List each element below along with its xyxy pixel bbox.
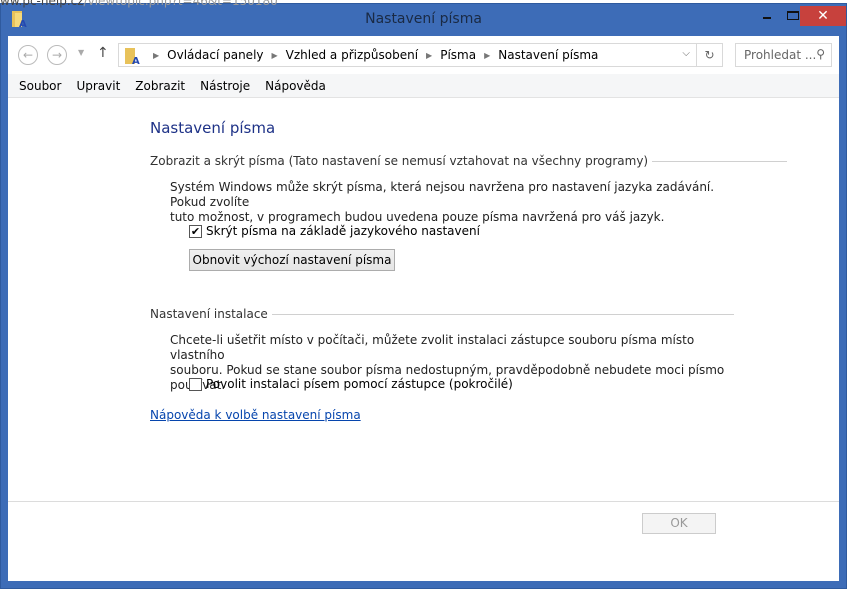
group-install: Nastavení instalace bbox=[150, 307, 734, 321]
chevron-right-icon: ▶ bbox=[271, 50, 278, 60]
search-placeholder: Prohledat ... bbox=[744, 48, 817, 62]
page-title: Nastavení písma bbox=[150, 119, 276, 137]
minimize-button[interactable] bbox=[754, 6, 780, 26]
title-bar[interactable]: A Nastavení písma ✕ bbox=[1, 4, 846, 36]
hide-fonts-checkbox[interactable]: ✔ Skrýt písma na základě jazykového nasta… bbox=[189, 224, 480, 238]
forward-button[interactable]: → bbox=[47, 45, 67, 65]
description-line: Systém Windows může skrýt písma, která n… bbox=[170, 180, 715, 209]
breadcrumb-item[interactable]: Ovládací panely bbox=[167, 48, 263, 62]
checkbox-label: Skrýt písma na základě jazykového nastav… bbox=[206, 224, 480, 238]
checkbox-checked-icon[interactable]: ✔ bbox=[189, 224, 202, 238]
address-bar[interactable]: A ▶ Ovládací panely ▶ Vzhled a přizpůsob… bbox=[118, 43, 723, 67]
fonts-folder-icon: A bbox=[125, 48, 140, 65]
ok-button[interactable]: OK bbox=[642, 513, 716, 534]
description-line: tuto možnost, v programech budou uvedena… bbox=[170, 210, 665, 224]
close-button[interactable]: ✕ bbox=[800, 6, 846, 26]
window: A Nastavení písma ✕ ← → ▼ ↑ A ▶ Ovládací… bbox=[0, 3, 847, 589]
navigation-bar: ← → ▼ ↑ A ▶ Ovládací panely ▶ Vzhled a p… bbox=[8, 36, 839, 74]
restore-default-button[interactable]: Obnovit výchozí nastavení písma bbox=[189, 249, 395, 271]
checkbox-label: Povolit instalaci písem pomocí zástupce … bbox=[206, 377, 513, 391]
breadcrumb-item[interactable]: Písma bbox=[440, 48, 476, 62]
content: Nastavení písma Zobrazit a skrýt písma (… bbox=[8, 98, 839, 581]
watermark-url: ww.pc-help.cz/viewtopic.php?t=46&t=15018… bbox=[0, 0, 278, 8]
chevron-right-icon: ▶ bbox=[426, 50, 433, 60]
menu-zobrazit[interactable]: Zobrazit bbox=[135, 79, 185, 93]
description: Systém Windows může skrýt písma, která n… bbox=[170, 180, 730, 225]
divider bbox=[8, 501, 839, 502]
group-label: Nastavení instalace bbox=[150, 307, 268, 321]
menu-soubor[interactable]: Soubor bbox=[19, 79, 61, 93]
menu-bar: Soubor Upravit Zobrazit Nástroje Nápověd… bbox=[8, 74, 839, 98]
menu-napoveda[interactable]: Nápověda bbox=[265, 79, 326, 93]
chevron-right-icon: ▶ bbox=[484, 50, 491, 60]
checkbox-unchecked-icon[interactable] bbox=[189, 377, 202, 391]
chevron-right-icon: ▶ bbox=[153, 50, 160, 60]
search-icon: ⚲ bbox=[816, 47, 825, 61]
window-client: ← → ▼ ↑ A ▶ Ovládací panely ▶ Vzhled a p… bbox=[8, 36, 839, 581]
watermark-path: /viewtopic.php?t=46&t=150180 bbox=[83, 0, 278, 8]
menu-upravit[interactable]: Upravit bbox=[76, 79, 120, 93]
description-line: Chcete-li ušetřit místo v počítači, může… bbox=[170, 333, 695, 362]
svg-text:A: A bbox=[132, 56, 140, 65]
breadcrumb-item[interactable]: Vzhled a přizpůsobení bbox=[286, 48, 418, 62]
help-link[interactable]: Nápověda k volbě nastavení písma bbox=[150, 408, 361, 422]
window-title: Nastavení písma bbox=[365, 11, 482, 27]
divider bbox=[271, 313, 734, 315]
group-show-hide: Zobrazit a skrýt písma (Tato nastavení s… bbox=[150, 154, 788, 168]
chevron-down-icon[interactable]: ⌵ bbox=[682, 48, 690, 59]
back-button[interactable]: ← bbox=[18, 45, 38, 65]
menu-nastroje[interactable]: Nástroje bbox=[200, 79, 250, 93]
divider bbox=[652, 160, 788, 162]
breadcrumb-item[interactable]: Nastavení písma bbox=[498, 48, 598, 62]
group-label: Zobrazit a skrýt písma (Tato nastavení s… bbox=[150, 154, 649, 168]
recent-dropdown-icon[interactable]: ▼ bbox=[78, 48, 84, 57]
watermark-domain: ww.pc-help.cz bbox=[0, 0, 84, 8]
refresh-icon[interactable]: ↻ bbox=[696, 44, 722, 66]
search-input[interactable]: Prohledat ... ⚲ bbox=[735, 43, 832, 67]
up-arrow-icon[interactable]: ↑ bbox=[97, 45, 109, 61]
shortcut-install-checkbox[interactable]: Povolit instalaci písem pomocí zástupce … bbox=[189, 377, 513, 391]
